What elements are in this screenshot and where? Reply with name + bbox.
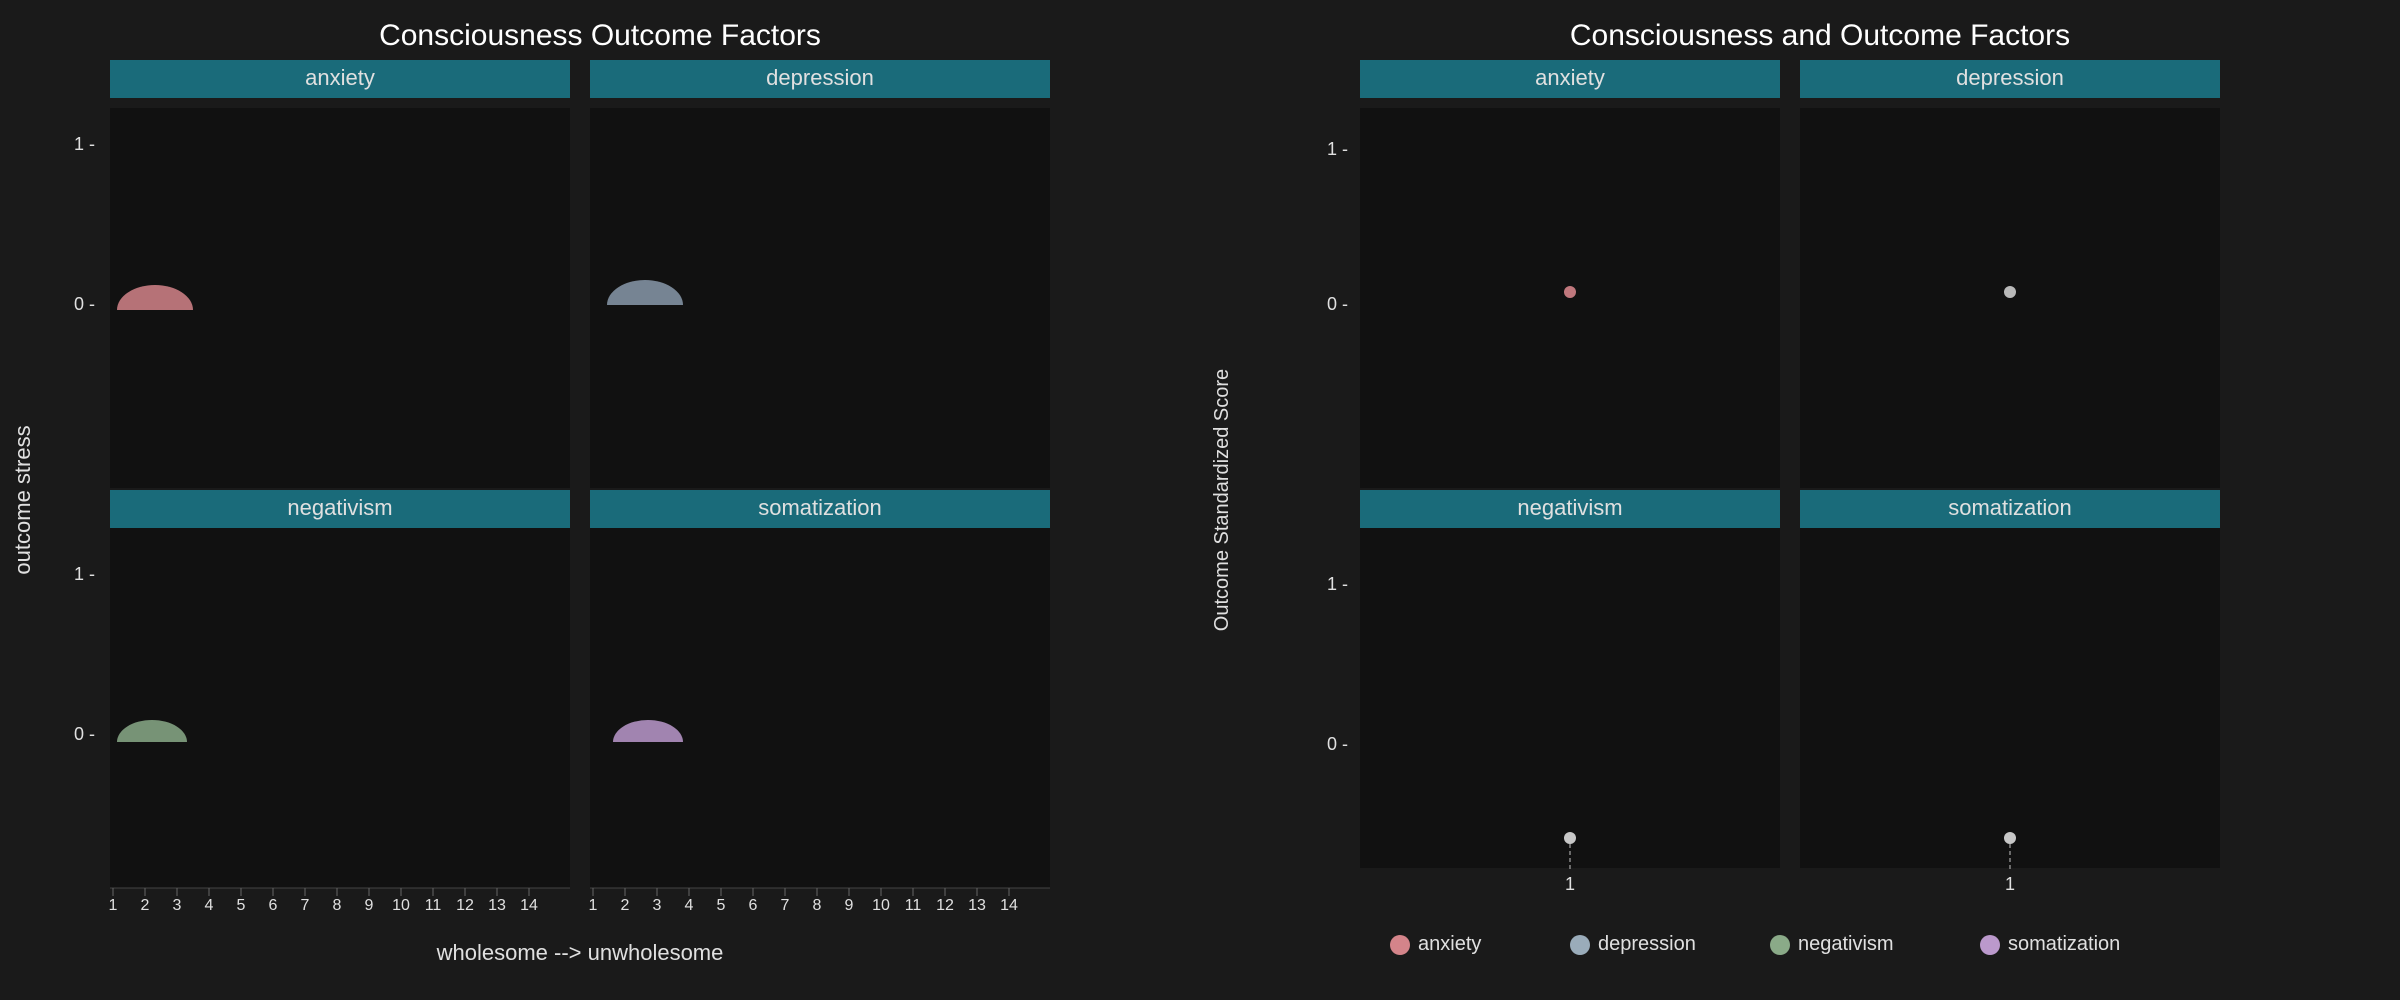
right-ytick-top-0: 0 - bbox=[1327, 294, 1348, 314]
left-y-axis-label: outcome stress bbox=[10, 425, 35, 574]
legend-somatization-dot bbox=[1980, 935, 2000, 955]
legend-anxiety-label: anxiety bbox=[1418, 933, 1481, 955]
left-xtick-l-14: 14 bbox=[520, 897, 538, 914]
left-negativism-label: negativism bbox=[287, 495, 392, 520]
left-bot-left-plot bbox=[110, 528, 570, 888]
main-container: Consciousness Outcome Factors anxiety de… bbox=[0, 0, 2400, 1000]
left-somatization-label: somatization bbox=[758, 495, 882, 520]
left-depression-label: depression bbox=[766, 65, 874, 90]
right-negativism-dot bbox=[1564, 832, 1576, 844]
left-xtick-r-4: 4 bbox=[685, 897, 694, 914]
left-xtick-r-14: 14 bbox=[1000, 897, 1018, 914]
right-chart-svg: Consciousness and Outcome Factors anxiet… bbox=[1200, 0, 2400, 1000]
right-somatization-dot bbox=[2004, 832, 2016, 844]
right-anxiety-label: anxiety bbox=[1535, 65, 1605, 90]
right-anxiety-dot bbox=[1564, 286, 1576, 298]
legend-anxiety-dot bbox=[1390, 935, 1410, 955]
left-xtick-r-7: 7 bbox=[781, 897, 790, 914]
right-ytick-bot-1: 1 - bbox=[1327, 574, 1348, 594]
left-x-axis-label: wholesome --> unwholesome bbox=[436, 940, 724, 965]
legend-depression-label: depression bbox=[1598, 933, 1696, 955]
left-somatization-clip bbox=[613, 742, 683, 770]
right-somatization-x-label: 1 bbox=[2005, 874, 2015, 894]
left-xtick-r-13: 13 bbox=[968, 897, 986, 914]
left-xtick-r-6: 6 bbox=[749, 897, 758, 914]
right-ytick-bot-0: 0 - bbox=[1327, 734, 1348, 754]
left-anxiety-label: anxiety bbox=[305, 65, 375, 90]
left-anxiety-clip bbox=[117, 310, 193, 340]
left-xtick-r-11: 11 bbox=[905, 897, 922, 914]
left-xtick-r-3: 3 bbox=[653, 897, 662, 914]
left-ytick-top-0: 0 - bbox=[74, 294, 95, 314]
right-bot-right-plot bbox=[1800, 528, 2220, 868]
left-xtick-r-1: 1 bbox=[589, 897, 598, 914]
left-xtick-l-9: 9 bbox=[365, 897, 374, 914]
left-xtick-l-11: 11 bbox=[425, 897, 442, 914]
right-somatization-label: somatization bbox=[1948, 495, 2072, 520]
left-xtick-l-12: 12 bbox=[456, 897, 474, 914]
right-y-axis-label: Outcome Standardized Score bbox=[1211, 369, 1233, 631]
left-xtick-l-5: 5 bbox=[237, 897, 246, 914]
left-xtick-r-5: 5 bbox=[717, 897, 726, 914]
left-xtick-r-10: 10 bbox=[872, 897, 890, 914]
left-xtick-l-13: 13 bbox=[488, 897, 506, 914]
left-negativism-clip bbox=[117, 742, 187, 770]
left-ytick-bot-1: 1 - bbox=[74, 564, 95, 584]
right-bot-left-plot bbox=[1360, 528, 1780, 868]
left-bot-right-plot bbox=[590, 528, 1050, 888]
left-xtick-l-1: 1 bbox=[109, 897, 118, 914]
left-xtick-l-10: 10 bbox=[392, 897, 410, 914]
left-xtick-l-2: 2 bbox=[141, 897, 150, 914]
left-chart-panel: Consciousness Outcome Factors anxiety de… bbox=[0, 0, 1200, 1000]
left-title: Consciousness Outcome Factors bbox=[379, 19, 821, 52]
right-title: Consciousness and Outcome Factors bbox=[1570, 19, 2070, 52]
right-chart-panel: Consciousness and Outcome Factors anxiet… bbox=[1200, 0, 2400, 1000]
legend-negativism-dot bbox=[1770, 935, 1790, 955]
left-ytick-top-1: 1 - bbox=[74, 134, 95, 154]
right-negativism-label: negativism bbox=[1517, 495, 1622, 520]
left-ytick-bot-0: 0 - bbox=[74, 724, 95, 744]
left-xtick-r-2: 2 bbox=[621, 897, 630, 914]
left-chart-svg: Consciousness Outcome Factors anxiety de… bbox=[0, 0, 1200, 1000]
right-ytick-top-1: 1 - bbox=[1327, 139, 1348, 159]
left-xtick-r-9: 9 bbox=[845, 897, 854, 914]
left-xtick-l-7: 7 bbox=[301, 897, 310, 914]
legend-depression-dot bbox=[1570, 935, 1590, 955]
left-depression-clip bbox=[607, 305, 683, 335]
left-xtick-l-4: 4 bbox=[205, 897, 214, 914]
right-negativism-x-label: 1 bbox=[1565, 874, 1575, 894]
right-depression-dot bbox=[2004, 286, 2016, 298]
right-depression-label: depression bbox=[1956, 65, 2064, 90]
left-xtick-r-12: 12 bbox=[936, 897, 954, 914]
left-xtick-r-8: 8 bbox=[813, 897, 822, 914]
left-xtick-l-6: 6 bbox=[269, 897, 278, 914]
left-xtick-l-3: 3 bbox=[173, 897, 182, 914]
left-xtick-l-8: 8 bbox=[333, 897, 342, 914]
legend-negativism-label: negativism bbox=[1798, 933, 1894, 955]
legend-somatization-label: somatization bbox=[2008, 933, 2120, 955]
